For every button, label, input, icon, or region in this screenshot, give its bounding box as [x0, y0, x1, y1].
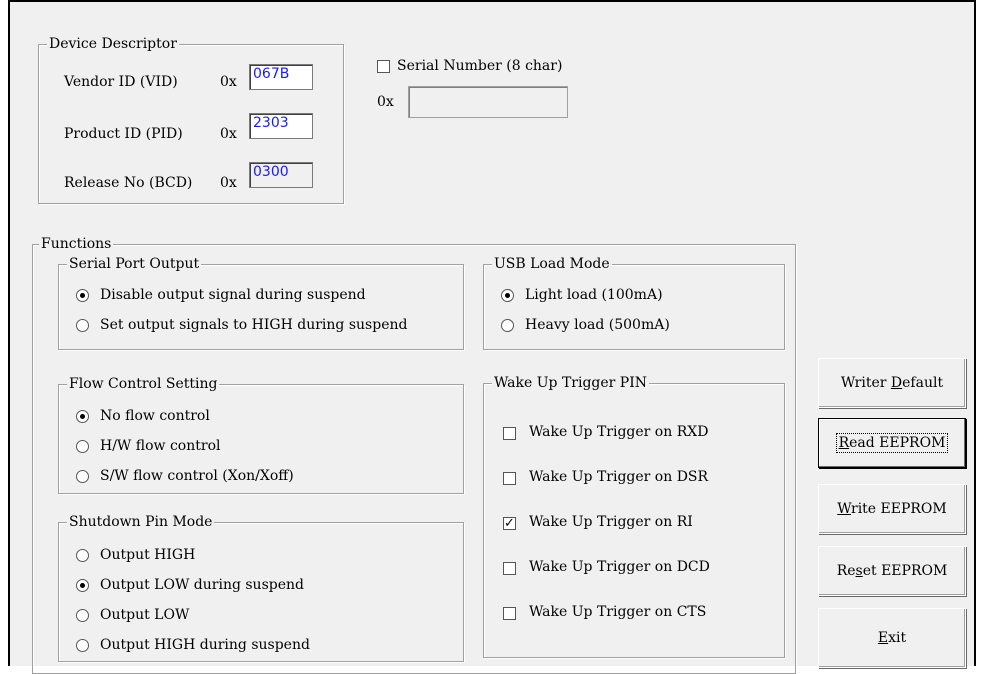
radio-set-high-output[interactable]	[76, 319, 89, 332]
pid-prefix: 0x	[220, 126, 237, 142]
reset-eeprom-accel: s	[855, 563, 863, 579]
serial-number-input	[408, 86, 568, 118]
writer-default-label-post: efault	[902, 375, 944, 391]
radio-output-low-suspend-label: Output LOW during suspend	[100, 577, 304, 593]
shutdown-pin-legend: Shutdown Pin Mode	[67, 513, 215, 531]
flow-control-legend: Flow Control Setting	[67, 375, 220, 393]
radio-output-high[interactable]	[76, 549, 89, 562]
checkbox-wake-dcd[interactable]	[503, 562, 516, 575]
checkbox-wake-dsr-label: Wake Up Trigger on DSR	[529, 469, 709, 485]
functions-legend: Functions	[39, 235, 114, 253]
checkbox-wake-dcd-label: Wake Up Trigger on DCD	[529, 559, 710, 575]
vid-input[interactable]: 067B	[249, 64, 313, 90]
radio-no-flow-control-label: No flow control	[100, 408, 210, 424]
wake-up-trigger-legend: Wake Up Trigger PIN	[492, 374, 650, 392]
radio-set-high-output-label: Set output signals to HIGH during suspen…	[100, 317, 408, 333]
device-descriptor-legend: Device Descriptor	[47, 35, 179, 53]
radio-output-low[interactable]	[76, 609, 89, 622]
radio-light-load[interactable]	[501, 289, 514, 302]
radio-light-load-label: Light load (100mA)	[525, 287, 663, 303]
write-eeprom-accel: W	[837, 501, 851, 517]
radio-hw-flow-control-label: H/W flow control	[100, 438, 221, 454]
pid-label: Product ID (PID)	[64, 126, 183, 142]
serial-number-label: Serial Number (8 char)	[397, 58, 563, 74]
radio-output-high-label: Output HIGH	[100, 547, 196, 563]
radio-output-high-suspend[interactable]	[76, 639, 89, 652]
checkbox-wake-rxd-label: Wake Up Trigger on RXD	[529, 424, 709, 440]
checkbox-wake-dsr[interactable]	[503, 472, 516, 485]
vid-label: Vendor ID (VID)	[64, 74, 178, 90]
exit-button[interactable]: Exit	[818, 608, 966, 668]
pid-input[interactable]: 2303	[249, 113, 313, 139]
radio-hw-flow-control[interactable]	[76, 440, 89, 453]
radio-output-low-label: Output LOW	[100, 607, 190, 623]
radio-sw-flow-control[interactable]	[76, 470, 89, 483]
eeprom-writer-window: Device Descriptor Vendor ID (VID) 0x 067…	[8, 0, 976, 674]
writer-default-label-pre: Writer	[840, 375, 891, 391]
vid-prefix: 0x	[220, 74, 237, 90]
read-eeprom-accel: R	[838, 435, 850, 451]
read-eeprom-button[interactable]: Read EEPROM	[818, 418, 966, 468]
write-eeprom-button[interactable]: Write EEPROM	[818, 484, 966, 534]
radio-disable-output[interactable]	[76, 289, 89, 302]
release-prefix: 0x	[220, 175, 237, 191]
release-input: 0300	[249, 162, 313, 188]
serial-port-output-legend: Serial Port Output	[67, 255, 202, 273]
radio-heavy-load-label: Heavy load (500mA)	[525, 317, 670, 333]
usb-load-mode-legend: USB Load Mode	[492, 255, 612, 273]
exit-label-post: xit	[888, 630, 907, 646]
reset-eeprom-label-post: et EEPROM	[862, 563, 948, 579]
serial-prefix: 0x	[377, 94, 394, 110]
reset-eeprom-button[interactable]: Reset EEPROM	[818, 546, 966, 596]
radio-sw-flow-control-label: S/W flow control (Xon/Xoff)	[100, 468, 294, 484]
checkbox-wake-cts-label: Wake Up Trigger on CTS	[529, 604, 707, 620]
radio-output-low-suspend[interactable]	[76, 579, 89, 592]
writer-default-accel: D	[890, 375, 903, 391]
read-eeprom-label-post: ead EEPROM	[849, 435, 946, 451]
checkbox-wake-ri[interactable]: ✓	[503, 517, 516, 530]
checkbox-wake-ri-label: Wake Up Trigger on RI	[529, 514, 693, 530]
radio-output-high-suspend-label: Output HIGH during suspend	[100, 637, 310, 653]
exit-accel: E	[877, 630, 889, 646]
checkbox-wake-rxd[interactable]	[503, 427, 516, 440]
writer-default-button[interactable]: Writer Default	[818, 358, 966, 408]
radio-heavy-load[interactable]	[501, 319, 514, 332]
release-label: Release No (BCD)	[64, 175, 193, 191]
serial-number-checkbox[interactable]	[377, 60, 390, 73]
usb-load-mode-group: USB Load Mode	[483, 255, 785, 350]
checkbox-wake-cts[interactable]	[503, 607, 516, 620]
reset-eeprom-label-pre: Re	[836, 563, 856, 579]
serial-port-output-group: Serial Port Output	[58, 255, 464, 350]
radio-disable-output-label: Disable output signal during suspend	[100, 287, 366, 303]
write-eeprom-label-post: rite EEPROM	[851, 501, 947, 517]
radio-no-flow-control[interactable]	[76, 410, 89, 423]
